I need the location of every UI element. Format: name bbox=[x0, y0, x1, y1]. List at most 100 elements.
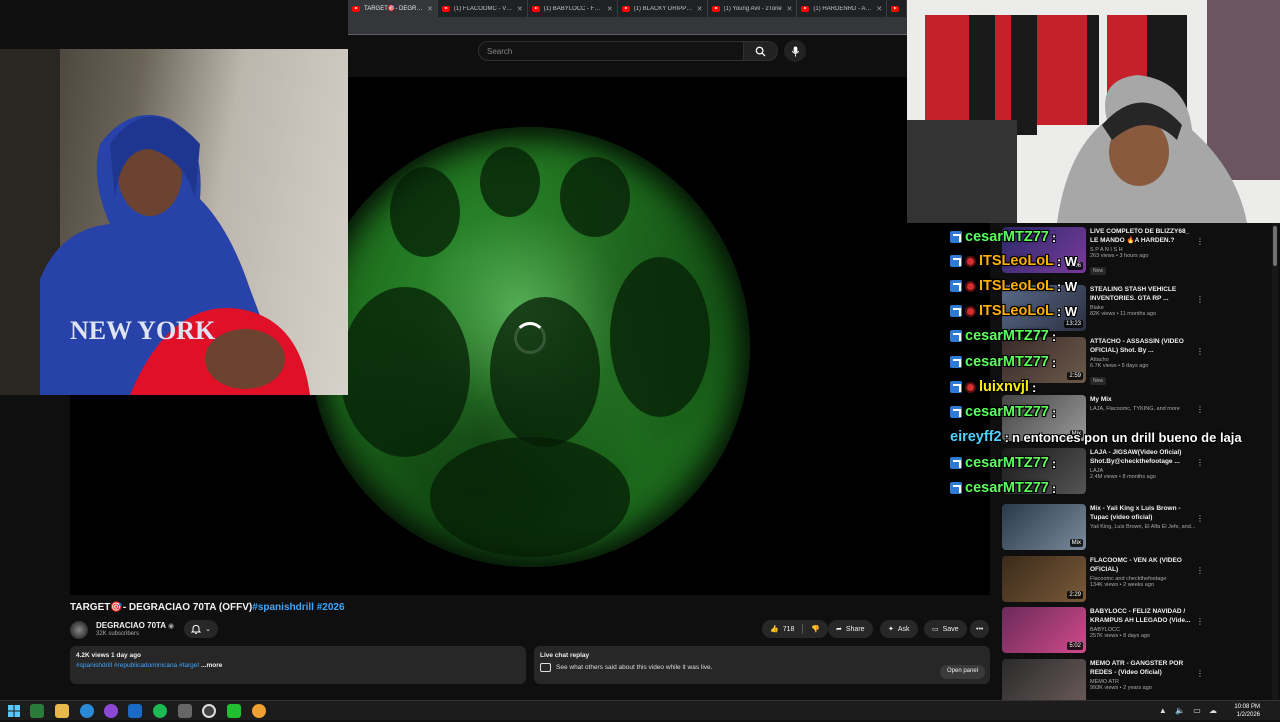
share-button[interactable]: ➦ Share bbox=[828, 620, 873, 638]
video-title-text: TARGET🎯- DEGRACIAO 70TA (OFFV) bbox=[70, 602, 253, 613]
platform-badge-icon bbox=[950, 356, 962, 368]
channel-name[interactable]: DEGRACIAO 70TA ◉ bbox=[96, 621, 174, 630]
close-tab-icon[interactable]: ✕ bbox=[607, 5, 613, 13]
browser-tab[interactable]: (1) BABYLOCC - FELIZ NAVIDAD ✕ bbox=[528, 0, 618, 17]
chat-separator: : bbox=[1051, 328, 1057, 344]
ask-button[interactable]: ✦ Ask bbox=[880, 620, 918, 638]
chat-username: eireyff2 bbox=[950, 429, 1002, 445]
more-vertical-icon[interactable]: ⋮ bbox=[1196, 617, 1204, 626]
app-icon-2[interactable] bbox=[104, 704, 118, 718]
more-vertical-icon[interactable]: ⋮ bbox=[1196, 669, 1204, 678]
close-tab-icon[interactable]: ✕ bbox=[517, 5, 523, 13]
recommended-video[interactable]: 5:02 BABYLOCC - FELIZ NAVIDAD / KRAMPUS A… bbox=[1000, 607, 1270, 657]
thumbs-up-icon[interactable]: 👍 bbox=[770, 625, 779, 633]
channel-name-text[interactable]: DEGRACIAO 70TA bbox=[96, 621, 166, 630]
like-count[interactable]: 718 bbox=[783, 626, 795, 633]
more-horizontal-icon: ••• bbox=[976, 625, 984, 633]
youtube-icon bbox=[711, 5, 720, 12]
webcam-right-figure bbox=[907, 0, 1280, 223]
windows-start-icon[interactable] bbox=[8, 704, 22, 718]
file-explorer-icon[interactable] bbox=[55, 704, 69, 718]
bookmark-icon: ▭ bbox=[932, 626, 939, 633]
tab-title: (1) FLACOOMC - VEN AK bbox=[453, 5, 513, 12]
search-icon bbox=[755, 46, 766, 57]
close-tab-icon[interactable]: ✕ bbox=[697, 5, 703, 13]
close-tab-icon[interactable]: ✕ bbox=[876, 5, 882, 13]
spotify-icon[interactable] bbox=[153, 704, 167, 718]
moderator-badge-icon bbox=[965, 305, 976, 317]
thumbs-down-icon[interactable]: 👎 bbox=[811, 625, 820, 633]
close-tab-icon[interactable]: ✕ bbox=[427, 5, 433, 13]
browser-tab[interactable]: (1) HARDENRD - ARMA ✕ bbox=[797, 0, 888, 17]
recommended-channel[interactable]: Yaii King, Luis Brown, El Alfa El Jefe, … bbox=[1090, 524, 1196, 530]
recommended-title[interactable]: BABYLOCC - FELIZ NAVIDAD / KRAMPUS AH LL… bbox=[1090, 607, 1196, 625]
chat-username: ITSLeoLoL bbox=[979, 278, 1054, 294]
more-actions-button[interactable]: ••• bbox=[970, 620, 990, 638]
save-button[interactable]: ▭ Save bbox=[924, 620, 967, 638]
notification-bell-button[interactable]: ⌄ bbox=[184, 620, 218, 638]
sparkle-icon: ✦ bbox=[888, 626, 894, 633]
voice-search-button[interactable] bbox=[784, 40, 806, 62]
description-hashtags[interactable]: #spanishdrill #republicadominicana #targ… bbox=[76, 662, 199, 669]
video-thumbnail[interactable] bbox=[1002, 659, 1086, 700]
browser-tab[interactable]: TARGET🎯- DEGRACIAO 70TA ✕ bbox=[348, 0, 438, 17]
tab-title: (1) HARDENRD - ARMA bbox=[813, 5, 873, 12]
video-title: TARGET🎯- DEGRACIAO 70TA (OFFV)#spanishdr… bbox=[70, 602, 345, 613]
video-thumbnail[interactable]: Mix bbox=[1002, 504, 1086, 550]
tab-title: (1) BLACKY DRIPPY - A bbox=[633, 5, 693, 12]
video-thumbnail[interactable]: 5:02 bbox=[1002, 607, 1086, 653]
scrollbar-track[interactable] bbox=[1272, 223, 1278, 700]
browser-tab[interactable]: (1)✕ bbox=[887, 0, 907, 17]
youtube-icon bbox=[352, 5, 360, 12]
steam-icon[interactable] bbox=[128, 704, 142, 718]
chat-line: cesarMTZ77: bbox=[950, 401, 1056, 423]
recommended-video[interactable]: Mix Mix - Yaii King x Luis Brown - Tupac … bbox=[1000, 504, 1270, 554]
chat-username: luixnvjl bbox=[979, 379, 1029, 395]
search-input[interactable]: Search bbox=[478, 41, 744, 61]
recommended-title[interactable]: MEMO ATR - GANGSTER POR REDES - (Video O… bbox=[1090, 659, 1196, 677]
chat-username: cesarMTZ77 bbox=[965, 354, 1049, 370]
show-more-link[interactable]: ...more bbox=[201, 662, 222, 669]
kick-icon[interactable] bbox=[227, 704, 241, 718]
edge-browser-icon[interactable] bbox=[80, 704, 94, 718]
more-vertical-icon[interactable]: ⋮ bbox=[1196, 514, 1204, 523]
chat-username: cesarMTZ77 bbox=[965, 328, 1049, 344]
chat-username: cesarMTZ77 bbox=[965, 480, 1049, 496]
close-tab-icon[interactable]: ✕ bbox=[787, 5, 793, 13]
recommended-video[interactable]: MEMO ATR - GANGSTER POR REDES - (Video O… bbox=[1000, 659, 1270, 700]
platform-badge-icon bbox=[950, 482, 962, 494]
browser-tab[interactable]: (1) Young Avii - 2Tone ✕ bbox=[708, 0, 798, 17]
chat-line: cesarMTZ77: bbox=[950, 477, 1056, 499]
browser-tab[interactable]: (1) FLACOOMC - VEN AK ✕ bbox=[438, 0, 528, 17]
recommended-title[interactable]: Mix - Yaii King x Luis Brown - Tupac (vi… bbox=[1090, 504, 1196, 522]
app-icon-3[interactable] bbox=[178, 704, 192, 718]
recommended-views: 134K views • 2 weeks ago bbox=[1090, 582, 1154, 588]
tab-title: (1) Young Avii - 2Tone bbox=[723, 5, 782, 12]
recommended-video[interactable]: 2:29 FLACOOMC - VEN AK (VIDEO OFICIAL) Fla… bbox=[1000, 556, 1270, 606]
channel-avatar[interactable] bbox=[70, 621, 88, 639]
like-divider bbox=[802, 624, 804, 634]
scrollbar-thumb[interactable] bbox=[1273, 226, 1277, 266]
more-vertical-icon[interactable]: ⋮ bbox=[1196, 566, 1204, 575]
video-title-hashtags[interactable]: #spanishdrill #2026 bbox=[252, 602, 344, 613]
video-duration: Mix bbox=[1069, 539, 1083, 547]
app-icon-1[interactable] bbox=[30, 704, 44, 718]
browser-tab[interactable]: (1) BLACKY DRIPPY - A ✕ bbox=[618, 0, 708, 17]
video-thumbnail[interactable]: 2:29 bbox=[1002, 556, 1086, 602]
youtube-icon bbox=[441, 5, 450, 12]
search-button[interactable] bbox=[744, 41, 778, 61]
system-clock[interactable]: 10:08 PM 1/2/2026 bbox=[1234, 703, 1260, 719]
chat-line: ITSLeoLoL: W bbox=[950, 300, 1077, 322]
moderator-badge-icon bbox=[965, 255, 976, 267]
obs-icon[interactable] bbox=[202, 704, 216, 718]
platform-badge-icon bbox=[950, 457, 962, 469]
video-description[interactable]: 4.2K views 1 day ago #spanishdrill #repu… bbox=[70, 646, 526, 684]
like-dislike-group: 👍 718 👎 bbox=[762, 620, 829, 638]
ask-label: Ask bbox=[897, 625, 910, 633]
open-panel-button[interactable]: Open panel bbox=[940, 665, 986, 679]
views-and-date: 4.2K views 1 day ago bbox=[76, 652, 142, 659]
chrome-icon[interactable] bbox=[252, 704, 266, 718]
system-tray-icons[interactable]: ▲ 🔈 ▭ ☁ bbox=[1159, 706, 1220, 715]
recommended-title[interactable]: FLACOOMC - VEN AK (VIDEO OFICIAL) bbox=[1090, 556, 1196, 574]
live-chat-description: See what others said about this video wh… bbox=[556, 664, 713, 671]
